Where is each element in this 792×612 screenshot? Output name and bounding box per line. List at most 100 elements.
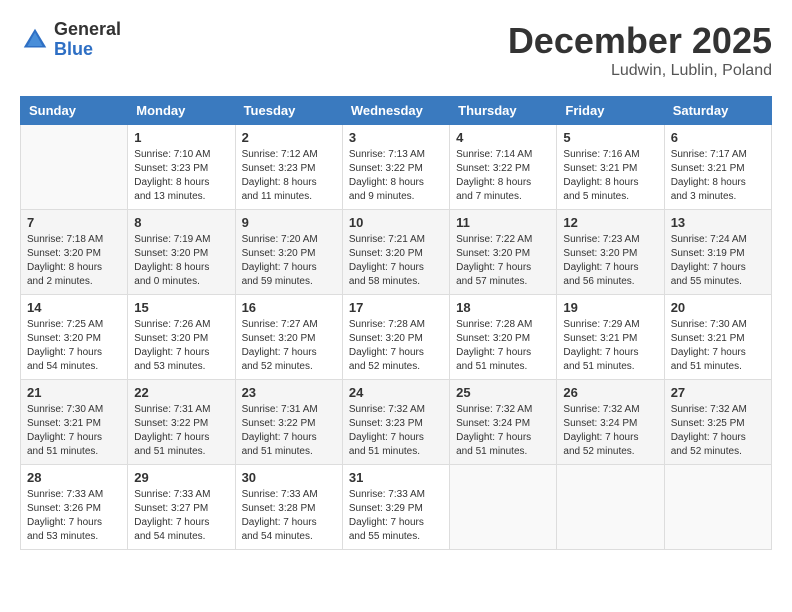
- col-header-wednesday: Wednesday: [342, 97, 449, 125]
- day-number: 14: [27, 300, 121, 315]
- calendar-cell: 16 Sunrise: 7:27 AMSunset: 3:20 PMDayligh…: [235, 295, 342, 380]
- day-number: 21: [27, 385, 121, 400]
- day-number: 25: [456, 385, 550, 400]
- day-info: Sunrise: 7:32 AMSunset: 3:25 PMDaylight:…: [671, 403, 765, 459]
- day-number: 5: [563, 130, 657, 145]
- calendar-cell: 19 Sunrise: 7:29 AMSunset: 3:21 PMDayligh…: [557, 295, 664, 380]
- calendar-cell: 22 Sunrise: 7:31 AMSunset: 3:22 PMDayligh…: [128, 380, 235, 465]
- col-header-sunday: Sunday: [21, 97, 128, 125]
- title-block: December 2025 Ludwin, Lublin, Poland: [508, 20, 772, 80]
- calendar-week-row: 21 Sunrise: 7:30 AMSunset: 3:21 PMDayligh…: [21, 380, 772, 465]
- col-header-monday: Monday: [128, 97, 235, 125]
- day-number: 9: [242, 215, 336, 230]
- day-info: Sunrise: 7:32 AMSunset: 3:23 PMDaylight:…: [349, 403, 443, 459]
- calendar-cell: 26Sunrise: 7:32 AMSunset: 3:24 PMDayligh…: [557, 380, 664, 465]
- day-info: Sunrise: 7:33 AMSunset: 3:29 PMDaylight:…: [349, 488, 443, 544]
- calendar-cell: 9 Sunrise: 7:20 AMSunset: 3:20 PMDaylight…: [235, 210, 342, 295]
- month-title: December 2025: [508, 20, 772, 62]
- calendar-cell: 28 Sunrise: 7:33 AMSunset: 3:26 PMDayligh…: [21, 465, 128, 550]
- day-number: 27: [671, 385, 765, 400]
- day-number: 28: [27, 470, 121, 485]
- calendar-cell: [664, 465, 771, 550]
- day-info: Sunrise: 7:10 AMSunset: 3:23 PMDaylight:…: [134, 148, 228, 204]
- calendar-cell: 17 Sunrise: 7:28 AMSunset: 3:20 PMDayligh…: [342, 295, 449, 380]
- day-info: Sunrise: 7:26 AMSunset: 3:20 PMDaylight:…: [134, 318, 228, 374]
- day-number: 8: [134, 215, 228, 230]
- day-number: 18: [456, 300, 550, 315]
- day-info: Sunrise: 7:25 AMSunset: 3:20 PMDaylight:…: [27, 318, 121, 374]
- logo-general-text: General: [54, 20, 121, 40]
- calendar-cell: 11 Sunrise: 7:22 AMSunset: 3:20 PMDayligh…: [450, 210, 557, 295]
- calendar-cell: 12Sunrise: 7:23 AMSunset: 3:20 PMDayligh…: [557, 210, 664, 295]
- calendar-cell: 6Sunrise: 7:17 AMSunset: 3:21 PMDaylight…: [664, 125, 771, 210]
- calendar-cell: 4Sunrise: 7:14 AMSunset: 3:22 PMDaylight…: [450, 125, 557, 210]
- day-info: Sunrise: 7:31 AMSunset: 3:22 PMDaylight:…: [134, 403, 228, 459]
- day-info: Sunrise: 7:31 AMSunset: 3:22 PMDaylight:…: [242, 403, 336, 459]
- day-number: 15: [134, 300, 228, 315]
- calendar-cell: 30Sunrise: 7:33 AMSunset: 3:28 PMDayligh…: [235, 465, 342, 550]
- day-number: 6: [671, 130, 765, 145]
- col-header-tuesday: Tuesday: [235, 97, 342, 125]
- day-info: Sunrise: 7:27 AMSunset: 3:20 PMDaylight:…: [242, 318, 336, 374]
- day-number: 19: [563, 300, 657, 315]
- day-number: 12: [563, 215, 657, 230]
- day-info: Sunrise: 7:32 AMSunset: 3:24 PMDaylight:…: [456, 403, 550, 459]
- day-info: Sunrise: 7:18 AMSunset: 3:20 PMDaylight:…: [27, 233, 121, 289]
- calendar-cell: 27 Sunrise: 7:32 AMSunset: 3:25 PMDayligh…: [664, 380, 771, 465]
- day-info: Sunrise: 7:33 AMSunset: 3:27 PMDaylight:…: [134, 488, 228, 544]
- calendar-cell: 7 Sunrise: 7:18 AMSunset: 3:20 PMDaylight…: [21, 210, 128, 295]
- day-number: 23: [242, 385, 336, 400]
- day-info: Sunrise: 7:33 AMSunset: 3:28 PMDaylight:…: [242, 488, 336, 544]
- calendar-cell: 1Sunrise: 7:10 AMSunset: 3:23 PMDaylight…: [128, 125, 235, 210]
- calendar-cell: 10Sunrise: 7:21 AMSunset: 3:20 PMDayligh…: [342, 210, 449, 295]
- calendar-cell: [21, 125, 128, 210]
- day-number: 29: [134, 470, 228, 485]
- calendar-cell: 14 Sunrise: 7:25 AMSunset: 3:20 PMDayligh…: [21, 295, 128, 380]
- calendar-cell: 5Sunrise: 7:16 AMSunset: 3:21 PMDaylight…: [557, 125, 664, 210]
- day-info: Sunrise: 7:33 AMSunset: 3:26 PMDaylight:…: [27, 488, 121, 544]
- day-info: Sunrise: 7:19 AMSunset: 3:20 PMDaylight:…: [134, 233, 228, 289]
- day-info: Sunrise: 7:30 AMSunset: 3:21 PMDaylight:…: [671, 318, 765, 374]
- logo-icon: [20, 25, 50, 55]
- day-number: 20: [671, 300, 765, 315]
- calendar-cell: 2 Sunrise: 7:12 AMSunset: 3:23 PMDaylight…: [235, 125, 342, 210]
- day-number: 2: [242, 130, 336, 145]
- day-info: Sunrise: 7:12 AMSunset: 3:23 PMDaylight:…: [242, 148, 336, 204]
- day-number: 11: [456, 215, 550, 230]
- calendar-cell: 21 Sunrise: 7:30 AMSunset: 3:21 PMDayligh…: [21, 380, 128, 465]
- calendar-cell: [450, 465, 557, 550]
- calendar-cell: 23 Sunrise: 7:31 AMSunset: 3:22 PMDayligh…: [235, 380, 342, 465]
- day-info: Sunrise: 7:21 AMSunset: 3:20 PMDaylight:…: [349, 233, 443, 289]
- day-number: 4: [456, 130, 550, 145]
- calendar-cell: 25 Sunrise: 7:32 AMSunset: 3:24 PMDayligh…: [450, 380, 557, 465]
- day-info: Sunrise: 7:30 AMSunset: 3:21 PMDaylight:…: [27, 403, 121, 459]
- day-number: 31: [349, 470, 443, 485]
- page-header: General Blue December 2025 Ludwin, Lubli…: [20, 20, 772, 80]
- calendar-cell: 3 Sunrise: 7:13 AMSunset: 3:22 PMDaylight…: [342, 125, 449, 210]
- day-info: Sunrise: 7:32 AMSunset: 3:24 PMDaylight:…: [563, 403, 657, 459]
- calendar-header-row: SundayMondayTuesdayWednesdayThursdayFrid…: [21, 97, 772, 125]
- day-number: 24: [349, 385, 443, 400]
- col-header-thursday: Thursday: [450, 97, 557, 125]
- logo-blue-text: Blue: [54, 40, 121, 60]
- day-info: Sunrise: 7:13 AMSunset: 3:22 PMDaylight:…: [349, 148, 443, 204]
- day-info: Sunrise: 7:28 AMSunset: 3:20 PMDaylight:…: [349, 318, 443, 374]
- day-info: Sunrise: 7:29 AMSunset: 3:21 PMDaylight:…: [563, 318, 657, 374]
- calendar-cell: 24 Sunrise: 7:32 AMSunset: 3:23 PMDayligh…: [342, 380, 449, 465]
- day-number: 17: [349, 300, 443, 315]
- calendar-week-row: 7 Sunrise: 7:18 AMSunset: 3:20 PMDaylight…: [21, 210, 772, 295]
- day-info: Sunrise: 7:24 AMSunset: 3:19 PMDaylight:…: [671, 233, 765, 289]
- day-number: 7: [27, 215, 121, 230]
- calendar-cell: 8 Sunrise: 7:19 AMSunset: 3:20 PMDaylight…: [128, 210, 235, 295]
- day-number: 22: [134, 385, 228, 400]
- day-info: Sunrise: 7:22 AMSunset: 3:20 PMDaylight:…: [456, 233, 550, 289]
- day-number: 13: [671, 215, 765, 230]
- day-info: Sunrise: 7:28 AMSunset: 3:20 PMDaylight:…: [456, 318, 550, 374]
- day-number: 3: [349, 130, 443, 145]
- calendar-cell: 29 Sunrise: 7:33 AMSunset: 3:27 PMDayligh…: [128, 465, 235, 550]
- day-number: 16: [242, 300, 336, 315]
- day-info: Sunrise: 7:20 AMSunset: 3:20 PMDaylight:…: [242, 233, 336, 289]
- col-header-friday: Friday: [557, 97, 664, 125]
- calendar-table: SundayMondayTuesdayWednesdayThursdayFrid…: [20, 96, 772, 550]
- col-header-saturday: Saturday: [664, 97, 771, 125]
